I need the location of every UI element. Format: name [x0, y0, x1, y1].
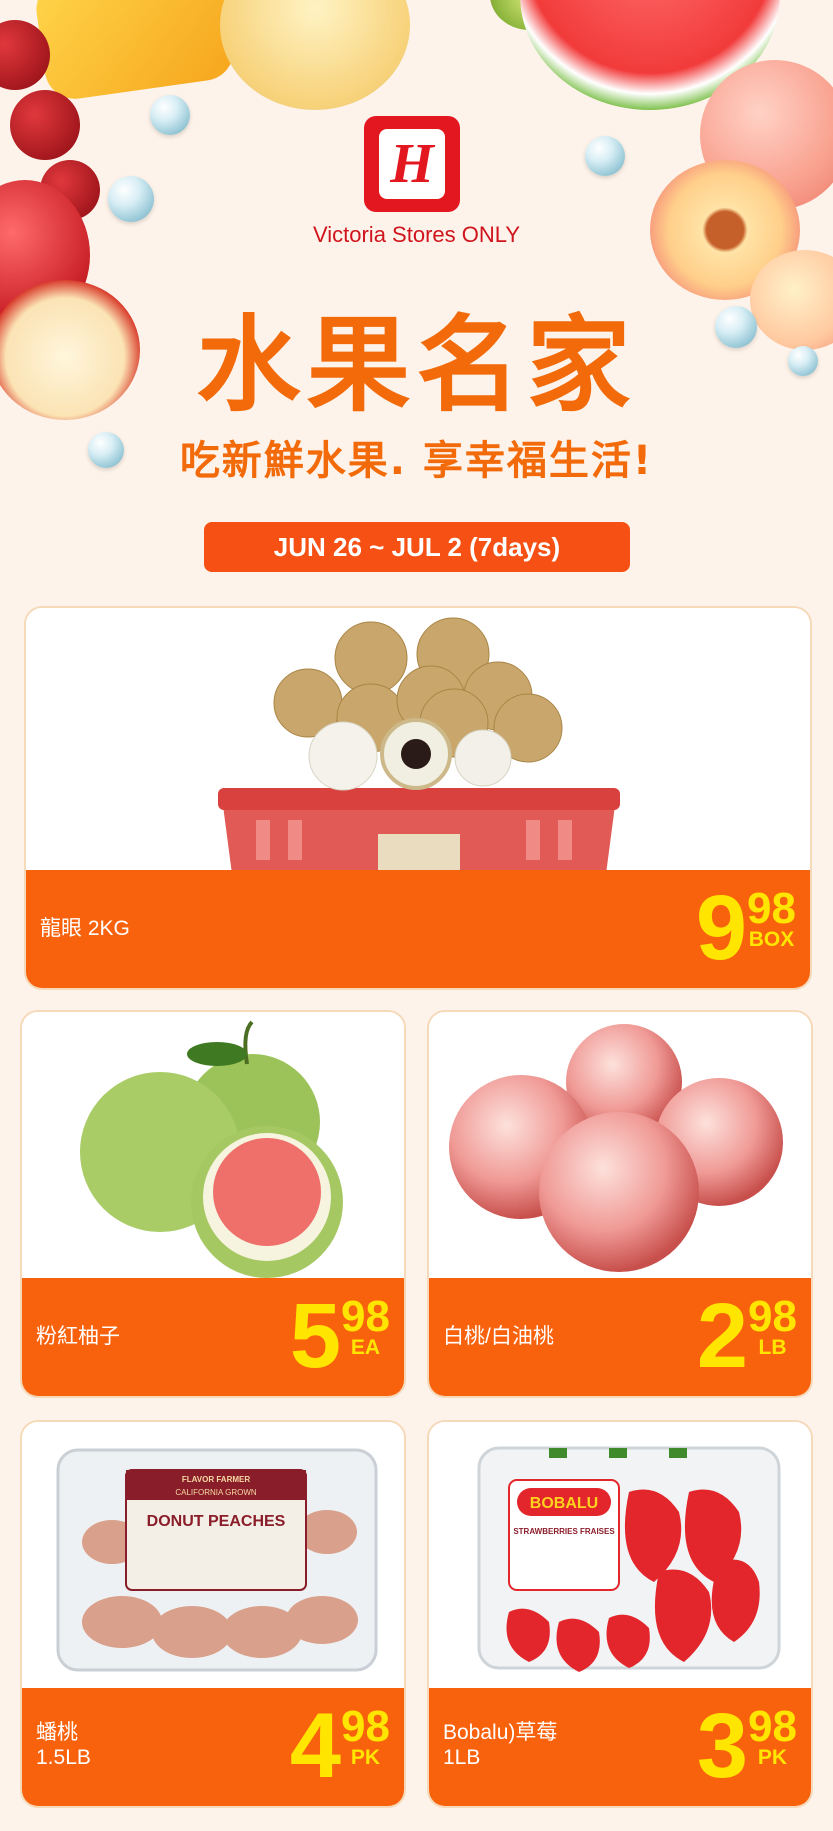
product-card[interactable]: 龍眼 2KG 9 98 BOX: [24, 606, 812, 990]
store-logo: H: [364, 116, 460, 212]
price-dollars: 9: [695, 877, 747, 979]
longan-basket-icon: [218, 617, 620, 874]
product-name-line2: 1.5LB: [36, 1746, 91, 1769]
product-info-bar: Bobalu)草莓 1LB 3 98 PK: [429, 1688, 811, 1806]
price-cents: 98: [341, 1292, 390, 1341]
peach-icon: [449, 1024, 783, 1272]
product-card[interactable]: BOBALU STRAWBERRIES FRAISES Bobalu)草莓 1L…: [427, 1420, 813, 1808]
promo-subtitle: 吃新鮮水果. 享幸福生活!: [179, 438, 654, 484]
product-name: 粉紅柚子: [36, 1325, 120, 1348]
product-name-line1: Bobalu)草莓: [443, 1721, 558, 1744]
price-dollars: 5: [289, 1285, 341, 1387]
price-unit: BOX: [748, 928, 795, 951]
product-price: 2 98 LB: [696, 1285, 797, 1387]
product-name: 白桃/白油桃: [443, 1325, 554, 1348]
price-dollars: 4: [289, 1695, 341, 1797]
price-cents: 98: [341, 1702, 390, 1751]
water-drop-icon: [108, 176, 154, 222]
store-note: Victoria Stores ONLY: [312, 222, 521, 247]
water-drop-icon: [585, 136, 625, 176]
package-label: DONUT PEACHES: [147, 1513, 286, 1530]
product-info-bar: 龍眼 2KG 9 98 BOX: [26, 870, 810, 988]
product-name: 龍眼 2KG: [40, 917, 130, 940]
price-dollars: 3: [696, 1695, 748, 1797]
package-origin: CALIFORNIA GROWN: [175, 1488, 257, 1497]
product-image: FLAVOR FARMER CALIFORNIA GROWN DONUT PEA…: [22, 1422, 404, 1690]
product-price: 5 98 EA: [289, 1285, 390, 1387]
price-cents: 98: [748, 1292, 797, 1341]
product-name-line2: 1LB: [443, 1746, 481, 1769]
mango-icon: [32, 0, 238, 103]
product-price: 4 98 PK: [289, 1695, 390, 1797]
donut-peach-box-icon: FLAVOR FARMER CALIFORNIA GROWN DONUT PEA…: [56, 1448, 378, 1672]
strawberry-box-icon: BOBALU STRAWBERRIES FRAISES: [477, 1446, 781, 1672]
product-card[interactable]: 白桃/白油桃 2 98 LB: [427, 1010, 813, 1398]
product-card[interactable]: FLAVOR FARMER CALIFORNIA GROWN DONUT PEA…: [20, 1420, 406, 1808]
product-card[interactable]: 粉紅柚子 5 98 EA: [20, 1010, 406, 1398]
product-image: BOBALU STRAWBERRIES FRAISES: [429, 1422, 811, 1690]
price-unit: PK: [757, 1746, 788, 1769]
date-range-badge: JUN 26 ~ JUL 2 (7days): [204, 522, 630, 572]
cherry-icon: [10, 90, 80, 160]
price-unit: PK: [350, 1746, 381, 1769]
product-name: 蟠桃 1.5LB: [36, 1720, 91, 1770]
product-image: [26, 608, 810, 874]
product-name: Bobalu)草莓 1LB: [443, 1720, 557, 1770]
product-name-line1: 蟠桃: [36, 1721, 78, 1744]
price-unit: LB: [758, 1336, 787, 1359]
melon-icon: [220, 0, 410, 110]
pomelo-icon: [80, 1020, 343, 1278]
product-info-bar: 蟠桃 1.5LB 4 98 PK: [22, 1688, 404, 1806]
product-info-bar: 白桃/白油桃 2 98 LB: [429, 1278, 811, 1396]
product-info-bar: 粉紅柚子 5 98 EA: [22, 1278, 404, 1396]
product-image: [429, 1012, 811, 1280]
price-cents: 98: [747, 884, 796, 933]
package-sub: STRAWBERRIES FRAISES: [513, 1527, 615, 1536]
product-price: 9 98 BOX: [695, 877, 796, 979]
price-unit: EA: [350, 1336, 381, 1359]
price-cents: 98: [748, 1702, 797, 1751]
water-drop-icon: [150, 95, 190, 135]
promo-header: H Victoria Stores ONLY 水果名家 吃新鮮水果. 享幸福生活…: [0, 0, 833, 520]
promo-title: 水果名家: [196, 304, 637, 426]
product-price: 3 98 PK: [696, 1695, 797, 1797]
product-image: [22, 1012, 404, 1280]
logo-letter: H: [379, 129, 445, 199]
package-brand: FLAVOR FARMER: [182, 1475, 251, 1484]
price-dollars: 2: [696, 1285, 748, 1387]
package-label: BOBALU: [530, 1495, 598, 1512]
